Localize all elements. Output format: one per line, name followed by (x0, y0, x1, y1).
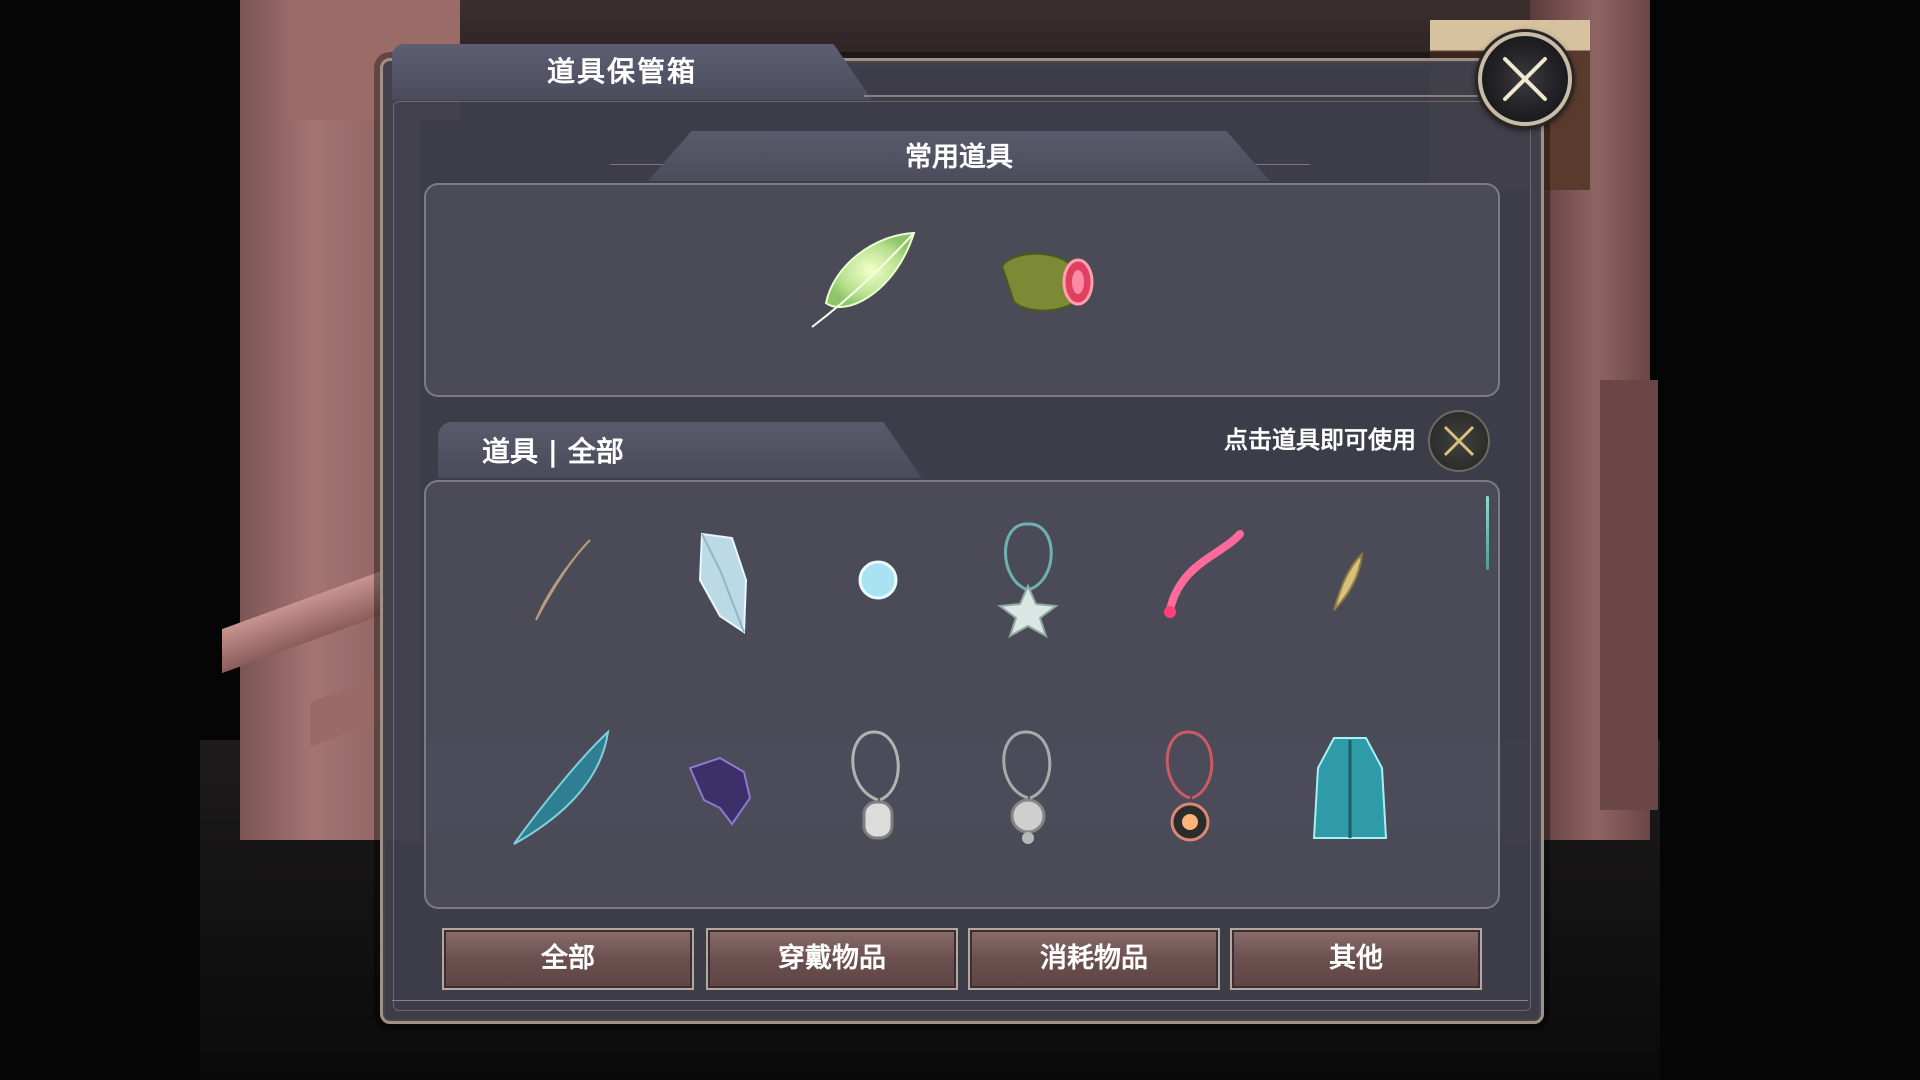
silver-pendant-icon (851, 730, 900, 840)
blue-orb-icon (858, 560, 898, 600)
dark-crystal-icon (688, 756, 752, 826)
crossed-swords-icon (1443, 425, 1475, 457)
quick-section-title: 常用道具 (905, 142, 1013, 173)
items-scrollbar[interactable] (1486, 496, 1489, 570)
category-consumable-button[interactable]: 消耗物品 (968, 928, 1220, 990)
white-feather-icon (535, 539, 591, 621)
title-divider (864, 95, 1484, 97)
category-wearable-button[interactable]: 穿戴物品 (706, 928, 958, 990)
red-tail-feather-icon (1164, 530, 1244, 618)
meat-roll-icon (1000, 252, 1094, 312)
item-slot[interactable] (500, 520, 620, 640)
star-pendant-icon (997, 522, 1059, 639)
item-slot[interactable] (660, 520, 780, 640)
usage-hint: 点击道具即可使用 (1224, 426, 1416, 454)
item-slot[interactable] (1140, 520, 1260, 640)
golden-feather-icon (1333, 551, 1364, 611)
sun-pendant-icon (1165, 730, 1214, 842)
close-button[interactable] (1478, 32, 1572, 126)
quick-slot-meat[interactable] (984, 228, 1104, 348)
item-slot[interactable] (660, 728, 780, 848)
items-tab-label: 道具 | 全部 (482, 435, 624, 468)
quick-slot-leaf[interactable] (804, 225, 924, 345)
item-slot[interactable] (818, 728, 938, 848)
item-slot[interactable] (818, 520, 938, 640)
item-slot[interactable] (968, 728, 1088, 848)
teal-feather-icon (513, 729, 610, 845)
hint-button[interactable] (1428, 410, 1490, 472)
item-slot[interactable] (1290, 520, 1410, 640)
bottom-divider (392, 1000, 1528, 1001)
window-title: 道具保管箱 (546, 55, 697, 88)
item-slot[interactable] (968, 520, 1088, 640)
green-leaf-icon (811, 231, 916, 328)
ice-crystal-icon (698, 532, 748, 634)
close-icon (1503, 57, 1547, 101)
flower-pendant-icon (1002, 730, 1052, 844)
item-slot[interactable] (1130, 728, 1250, 848)
item-slot[interactable] (500, 728, 620, 848)
category-other-button[interactable]: 其他 (1230, 928, 1482, 990)
quick-items-box (424, 183, 1500, 397)
category-all-button[interactable]: 全部 (442, 928, 694, 990)
item-slot[interactable] (1290, 728, 1410, 848)
right-wall-lower (1600, 380, 1658, 810)
teal-robe-icon (1312, 737, 1388, 839)
